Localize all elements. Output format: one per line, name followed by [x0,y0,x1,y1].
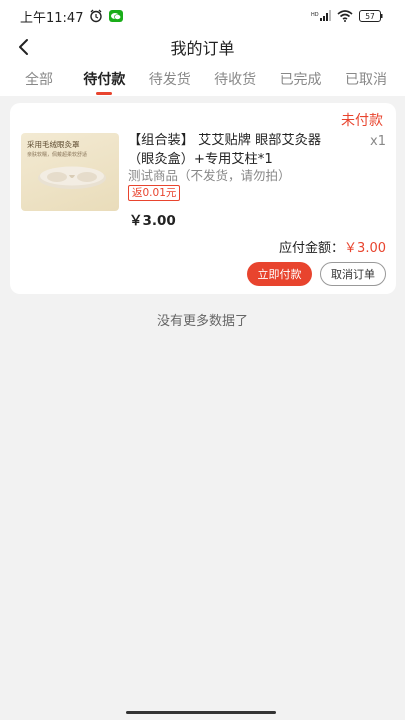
order-status: 未付款 [341,113,383,129]
product-name[interactable]: 【组合装】 艾艾贴牌 眼部艾灸器（眼灸盒）+专用艾柱*1 [128,131,346,169]
order-tabs: 全部 待付款 待发货 待收货 已完成 已取消 [0,62,405,96]
eye-mask-image [38,166,106,189]
tab-cancelled[interactable]: 已取消 [335,62,397,96]
product-description: 测试商品（不发货，请勿拍） [128,168,291,183]
tab-pending-receipt[interactable]: 待收货 [204,62,266,96]
cancel-order-button[interactable]: 取消订单 [320,262,386,286]
back-button[interactable] [12,35,34,59]
product-quantity: x1 [370,134,386,149]
battery-icon: 57 [359,10,383,22]
chevron-left-icon [19,39,28,55]
wechat-icon [109,10,124,22]
tab-completed[interactable]: 已完成 [270,62,332,96]
header: 我的订单 [0,32,405,62]
tab-all[interactable]: 全部 [8,62,70,96]
rebate-badge: 返0.01元 [128,185,181,201]
no-more-data-text: 没有更多数据了 [156,314,248,329]
tab-pending-payment[interactable]: 待付款 [73,62,135,96]
thumbnail-title: 采用毛绒眼灸罩 [27,140,80,149]
status-time: 上午11:47 [20,10,84,26]
payable-amount: ￥3.00 [344,241,386,256]
battery-level: 57 [365,12,375,21]
cellular-signal-icon: HD [311,10,331,22]
status-bar: 上午11:47 HD 57 [0,0,405,32]
alarm-icon [89,9,103,23]
svg-text:HD: HD [311,12,319,18]
home-indicator[interactable] [126,711,276,714]
payable-label: 应付金额： [279,241,345,256]
wifi-icon [337,10,353,22]
payable-row: 应付金额：￥3.00 [279,237,386,256]
status-right: HD 57 [311,10,383,22]
product-thumbnail[interactable]: 采用毛绒眼灸罩 亲肤软糯，佩戴超柔软舒适 [21,133,119,211]
tab-pending-shipment[interactable]: 待发货 [139,62,201,96]
pay-now-button[interactable]: 立即付款 [247,262,312,286]
status-left: 上午11:47 [20,7,124,26]
page-title: 我的订单 [170,39,235,58]
order-card[interactable]: 未付款 采用毛绒眼灸罩 亲肤软糯，佩戴超柔软舒适 【组合装】 艾艾贴牌 眼部艾灸… [10,103,396,294]
thumbnail-subtitle: 亲肤软糯，佩戴超柔软舒适 [27,152,88,158]
product-price: ￥3.00 [129,213,176,229]
